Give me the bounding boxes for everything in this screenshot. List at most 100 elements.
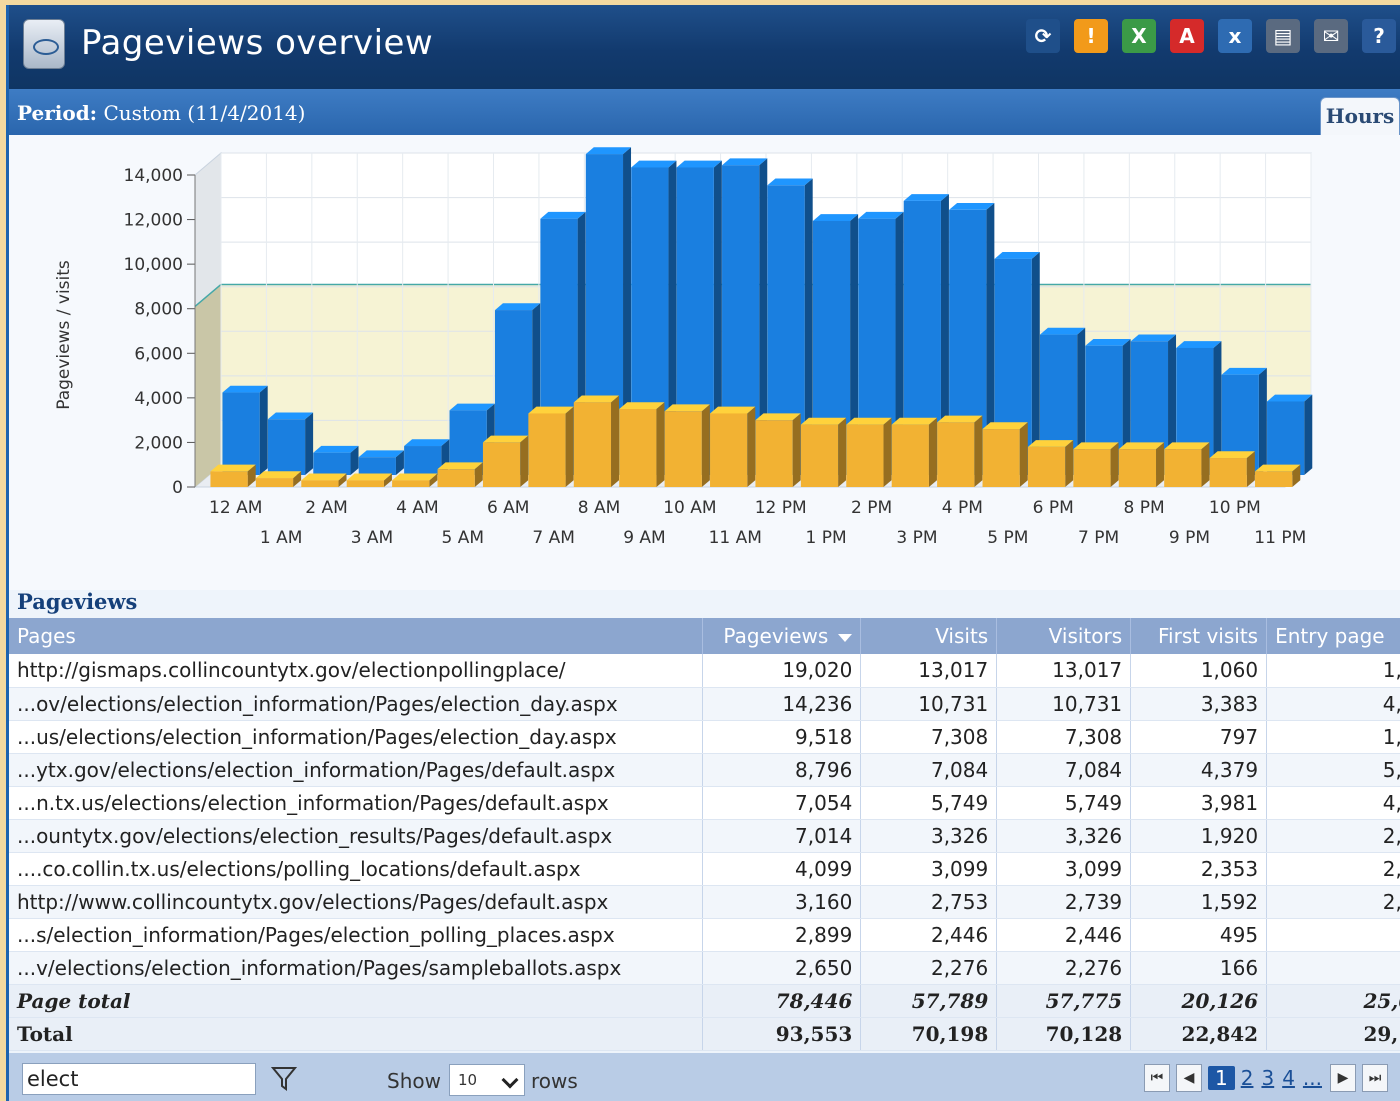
previous-page-button[interactable]: ◀ — [1175, 1064, 1202, 1092]
cell-pageviews: 2,650 — [702, 951, 862, 985]
bar-pageviews — [358, 457, 396, 475]
x-tick-label: 10 AM — [663, 498, 716, 518]
table-header-row: Pages Pageviews Visits Visitors First vi… — [9, 618, 1400, 654]
period-info: Period: Custom (11/4/2014) — [17, 101, 305, 125]
bar-pageviews — [404, 446, 442, 475]
pagination: ⏮ ◀ 1 2 3 4... ▶ ⏭ — [1143, 1064, 1388, 1092]
print-icon[interactable]: ▤ — [1266, 19, 1300, 53]
page-link[interactable]: 4 — [1280, 1066, 1297, 1090]
bar-visits — [800, 424, 839, 487]
cell-visits: 7,084 — [860, 753, 998, 787]
cell-visits: 2,753 — [860, 885, 998, 919]
cell-first-visits: 797 — [1130, 720, 1268, 754]
show-label: Show — [387, 1069, 441, 1093]
table-row: ...v/elections/election_information/Page… — [9, 951, 1400, 985]
bar-visits — [982, 429, 1020, 487]
cell-entry-page: 1,508 — [1266, 654, 1400, 688]
cell-pageviews: 7,014 — [702, 819, 862, 853]
cell-page: ...v/elections/election_information/Page… — [9, 951, 704, 985]
table-row: http://www.collincountytx.gov/elections/… — [9, 885, 1400, 919]
x-tick-label: 6 PM — [1033, 498, 1074, 518]
page-link[interactable]: 2 — [1239, 1066, 1256, 1090]
x-tick-label: 10 PM — [1209, 498, 1261, 518]
bar-visits-side — [701, 404, 710, 487]
x-tick-label: 8 PM — [1123, 498, 1164, 518]
table-title: Pageviews — [17, 589, 138, 614]
cell-visitors: 2,446 — [996, 918, 1132, 952]
cell-visitors: 70,128 — [996, 1017, 1132, 1051]
filter-icon[interactable] — [271, 1065, 297, 1093]
table-footer: Show 10 rows ⏮ ◀ 1234... ▶ ⏭ — [9, 1053, 1400, 1101]
column-header-visitors[interactable]: Visitors — [996, 618, 1132, 654]
tab-hours[interactable]: Hours — [1320, 97, 1400, 135]
bar-pageviews — [313, 452, 351, 475]
cell-visits: 70,198 — [860, 1017, 998, 1051]
next-page-button[interactable]: ▶ — [1330, 1064, 1356, 1092]
bar-pageviews-side — [305, 412, 314, 475]
refresh-icon[interactable]: ⟳ — [1026, 19, 1060, 53]
bar-visits-side — [792, 413, 801, 487]
page-link[interactable]: ... — [1301, 1066, 1324, 1090]
x-tick-label: 5 PM — [987, 528, 1028, 548]
cell-visits: 3,099 — [860, 852, 998, 886]
filter-input[interactable] — [22, 1063, 256, 1095]
cell-page: Total — [9, 1017, 704, 1051]
cell-page: http://gismaps.collincountytx.gov/electi… — [9, 654, 704, 688]
help-icon[interactable]: ? — [1362, 19, 1396, 53]
table-row[interactable]: ...s/election_information/Pages/election… — [9, 918, 1400, 952]
excel-export-icon[interactable]: X — [1122, 19, 1156, 53]
first-page-button[interactable]: ⏮ — [1143, 1064, 1170, 1092]
bar-visits-side — [1201, 442, 1210, 487]
pdf-export-icon[interactable]: A — [1170, 19, 1204, 53]
bar-visits — [846, 424, 884, 487]
xml-export-icon[interactable]: x — [1218, 19, 1252, 53]
email-icon[interactable]: ✉ — [1314, 19, 1348, 53]
report-window: Pageviews overview ⟳! X Ax ▤ ✉? Period: Cust… — [6, 5, 1400, 1101]
y-tick-label: 6,000 — [134, 344, 183, 364]
x-tick-label: 12 AM — [209, 498, 262, 518]
x-tick-label: 5 AM — [442, 528, 485, 548]
table-row[interactable]: http://gismaps.collincountytx.gov/electi… — [9, 654, 1400, 688]
last-page-button[interactable]: ⏭ — [1362, 1064, 1388, 1092]
cell-first-visits: 2,353 — [1130, 852, 1268, 886]
cell-entry-page: 250 — [1266, 951, 1400, 985]
bar-visits-side — [883, 417, 892, 487]
bar-pageviews — [267, 419, 306, 475]
page-title: Pageviews overview — [81, 23, 434, 63]
table-row[interactable]: ...n.tx.us/elections/election_informatio… — [9, 786, 1400, 820]
table-row[interactable]: ...us/elections/election_information/Pag… — [9, 720, 1400, 754]
bar-visits — [1027, 446, 1066, 487]
cell-pageviews: 4,099 — [702, 852, 862, 886]
alert-icon[interactable]: ! — [1074, 19, 1108, 53]
cell-page: ...ountytx.gov/elections/election_result… — [9, 819, 704, 853]
column-header-first-visits[interactable]: First visits — [1130, 618, 1268, 654]
cell-visits: 3,326 — [860, 819, 998, 853]
column-header-visits[interactable]: Visits — [860, 618, 998, 654]
x-tick-label: 7 PM — [1078, 528, 1119, 548]
bar-visits — [619, 409, 657, 487]
bar-visits — [528, 413, 566, 487]
cell-visitors: 10,731 — [996, 687, 1132, 721]
bar-visits — [1164, 449, 1202, 487]
bar-visits — [482, 442, 521, 487]
page-total-row: Page total78,44657,78957,77520,12625,646 — [9, 984, 1400, 1018]
page-numbers: 1 2 3 4... — [1207, 1066, 1324, 1090]
column-header-pages[interactable]: Pages — [9, 618, 704, 654]
y-tick-label: 12,000 — [124, 211, 183, 231]
bar-visits-side — [1065, 440, 1074, 487]
cell-entry-page: 601 — [1266, 918, 1400, 952]
x-tick-label: 4 AM — [396, 498, 439, 518]
column-header-entry-page[interactable]: Entry page — [1266, 618, 1400, 654]
column-header-pageviews[interactable]: Pageviews — [702, 618, 862, 654]
title-bar: Pageviews overview ⟳! X Ax ▤ ✉? — [9, 5, 1400, 89]
period-bar: Period: Custom (11/4/2014) Hours — [9, 89, 1400, 135]
cell-first-visits: 1,920 — [1130, 819, 1268, 853]
bar-visits — [755, 420, 793, 487]
chart-area: 0 2,000 4,000 6,000 8,000 10,000 12,000 14,000 P… — [9, 135, 1400, 590]
cell-entry-page: 4,805 — [1266, 786, 1400, 820]
rows-per-page-select[interactable]: 10 — [449, 1064, 525, 1096]
cell-entry-page: 5,505 — [1266, 753, 1400, 787]
table-row[interactable]: ....co.collin.tx.us/elections/polling_lo… — [9, 852, 1400, 886]
page-link[interactable]: 3 — [1259, 1066, 1276, 1090]
page-link[interactable]: 1 — [1207, 1066, 1235, 1090]
